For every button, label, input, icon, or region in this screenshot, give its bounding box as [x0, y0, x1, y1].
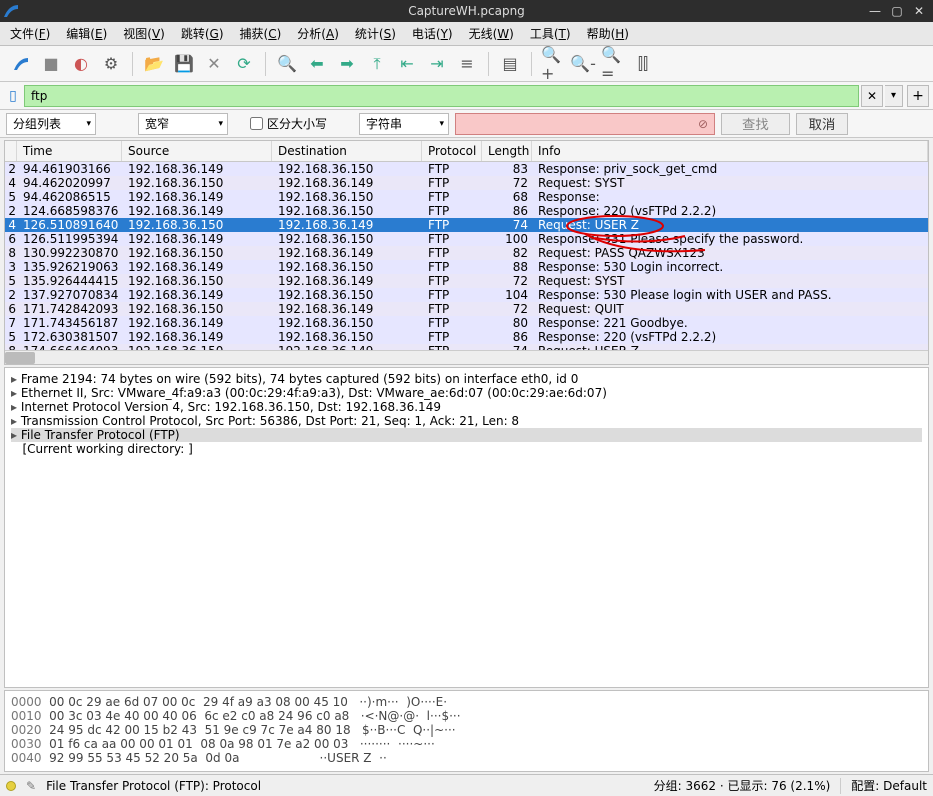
packet-details-pane[interactable]: Frame 2194: 74 bytes on wire (592 bits),…	[4, 367, 929, 688]
close-file-icon[interactable]: ✕	[201, 51, 227, 77]
packet-row[interactable]: 5135.926444415192.168.36.150192.168.36.1…	[5, 274, 928, 288]
close-button[interactable]: ✕	[911, 4, 927, 18]
detail-line[interactable]: File Transfer Protocol (FTP)	[11, 428, 922, 442]
filter-history-dropdown[interactable]: ▾	[885, 85, 903, 107]
col-protocol[interactable]: Protocol	[422, 141, 482, 161]
detail-line[interactable]: Internet Protocol Version 4, Src: 192.16…	[11, 400, 922, 414]
packet-list-pane: Time Source Destination Protocol Length …	[4, 140, 929, 365]
find-button[interactable]: 查找	[721, 113, 790, 135]
edit-icon[interactable]: ✎	[26, 779, 36, 793]
packet-list-body[interactable]: 294.461903166192.168.36.149192.168.36.15…	[5, 162, 928, 350]
stop-capture-icon[interactable]: ■	[38, 51, 64, 77]
save-file-icon[interactable]: 💾	[171, 51, 197, 77]
find-text-input[interactable]: ⊘	[455, 113, 715, 135]
colorize-icon[interactable]: ▤	[497, 51, 523, 77]
detail-line[interactable]: Transmission Control Protocol, Src Port:…	[11, 414, 922, 428]
auto-scroll-icon[interactable]: ≡	[454, 51, 480, 77]
col-destination[interactable]: Destination	[272, 141, 422, 161]
filter-add-button[interactable]: +	[907, 85, 929, 107]
col-time[interactable]: Time	[17, 141, 122, 161]
detail-line[interactable]: Ethernet II, Src: VMware_4f:a9:a3 (00:0c…	[11, 386, 922, 400]
packet-list-header[interactable]: Time Source Destination Protocol Length …	[5, 141, 928, 162]
find-icon[interactable]: 🔍	[274, 51, 300, 77]
packet-row[interactable]: 2124.668598376192.168.36.149192.168.36.1…	[5, 204, 928, 218]
go-to-packet-icon[interactable]: ⤒	[364, 51, 390, 77]
find-type-select[interactable]: 字符串	[359, 113, 449, 135]
find-bar: 分组列表 宽窄 区分大小写 字符串 ⊘ 查找 取消	[0, 110, 933, 138]
hex-row[interactable]: 0020 24 95 dc 42 00 15 b2 43 51 9e c9 7c…	[11, 723, 922, 737]
go-last-icon[interactable]: ⇥	[424, 51, 450, 77]
filter-bookmark-icon[interactable]: ▯	[4, 87, 22, 105]
menu-统计[interactable]: 统计(S)	[351, 23, 400, 44]
display-filter-input[interactable]	[24, 85, 859, 107]
packet-bytes-pane[interactable]: 0000 00 0c 29 ae 6d 07 00 0c 29 4f a9 a3…	[4, 690, 929, 772]
zoom-reset-icon[interactable]: 🔍=	[600, 51, 626, 77]
maximize-button[interactable]: ▢	[889, 4, 905, 18]
go-first-icon[interactable]: ⇤	[394, 51, 420, 77]
menu-帮助[interactable]: 帮助(H)	[583, 23, 633, 44]
packet-row[interactable]: 2137.927070834192.168.36.149192.168.36.1…	[5, 288, 928, 302]
toolbar-separator	[132, 52, 133, 76]
go-forward-icon[interactable]: ➡	[334, 51, 360, 77]
col-source[interactable]: Source	[122, 141, 272, 161]
menu-bar: 文件(F) 编辑(E) 视图(V) 跳转(G) 捕获(C) 分析(A) 统计(S) 电话(Y)…	[0, 22, 933, 46]
restart-capture-icon[interactable]: ◐	[68, 51, 94, 77]
minimize-button[interactable]: —	[867, 4, 883, 18]
detail-line[interactable]: Frame 2194: 74 bytes on wire (592 bits),…	[11, 372, 922, 386]
menu-跳转[interactable]: 跳转(G)	[177, 23, 228, 44]
status-proto-label: File Transfer Protocol (FTP): Protocol	[46, 779, 261, 793]
menu-视图[interactable]: 视图(V)	[119, 23, 169, 44]
packet-row[interactable]: 6126.511995394192.168.36.149192.168.36.1…	[5, 232, 928, 246]
main-toolbar: ■ ◐ ⚙ 📂 💾 ✕ ⟳ 🔍 ⬅ ➡ ⤒ ⇤ ⇥ ≡ ▤ 🔍+ 🔍- 🔍= ⫿…	[0, 46, 933, 82]
packet-row[interactable]: 3135.926219063192.168.36.149192.168.36.1…	[5, 260, 928, 274]
col-info[interactable]: Info	[532, 141, 928, 161]
find-cancel-button[interactable]: 取消	[796, 113, 849, 135]
resize-columns-icon[interactable]: ⫿⫿	[630, 51, 656, 77]
hex-row[interactable]: 0030 01 f6 ca aa 00 00 01 01 08 0a 98 01…	[11, 737, 922, 751]
packet-row[interactable]: 7171.743456187192.168.36.149192.168.36.1…	[5, 316, 928, 330]
menu-编辑[interactable]: 编辑(E)	[62, 23, 111, 44]
display-filter-bar: ▯ ✕ ▾ +	[0, 82, 933, 110]
capture-options-icon[interactable]: ⚙	[98, 51, 124, 77]
toolbar-separator	[488, 52, 489, 76]
hex-row[interactable]: 0000 00 0c 29 ae 6d 07 00 0c 29 4f a9 a3…	[11, 695, 922, 709]
expert-info-icon[interactable]	[6, 781, 16, 791]
status-packet-count: 分组: 3662 · 已显示: 76 (2.1%)	[654, 777, 831, 794]
go-back-icon[interactable]: ⬅	[304, 51, 330, 77]
find-width-select[interactable]: 宽窄	[138, 113, 228, 135]
detail-line[interactable]: [Current working directory: ]	[11, 442, 922, 456]
menu-捕获[interactable]: 捕获(C)	[236, 23, 286, 44]
filter-clear-button[interactable]: ✕	[861, 85, 883, 107]
start-capture-icon[interactable]	[8, 51, 34, 77]
menu-工具[interactable]: 工具(T)	[526, 23, 575, 44]
hex-row[interactable]: 0040 92 99 55 53 45 52 20 5a 0d 0a ··USE…	[11, 751, 922, 765]
blocked-icon: ⊘	[698, 117, 708, 131]
packet-row[interactable]: 494.462020997192.168.36.150192.168.36.14…	[5, 176, 928, 190]
reload-icon[interactable]: ⟳	[231, 51, 257, 77]
toolbar-separator	[531, 52, 532, 76]
toolbar-separator	[265, 52, 266, 76]
packet-row[interactable]: 4126.510891640192.168.36.150192.168.36.1…	[5, 218, 928, 232]
zoom-out-icon[interactable]: 🔍-	[570, 51, 596, 77]
packet-row[interactable]: 6171.742842093192.168.36.150192.168.36.1…	[5, 302, 928, 316]
menu-无线[interactable]: 无线(W)	[465, 23, 518, 44]
packet-row[interactable]: 594.462086515192.168.36.149192.168.36.15…	[5, 190, 928, 204]
menu-电话[interactable]: 电话(Y)	[408, 23, 457, 44]
title-bar: CaptureWH.pcapng — ▢ ✕	[0, 0, 933, 22]
menu-分析[interactable]: 分析(A)	[293, 23, 343, 44]
case-sensitive-checkbox[interactable]: 区分大小写	[250, 115, 327, 132]
window-title: CaptureWH.pcapng	[0, 4, 933, 18]
status-bar: ✎ File Transfer Protocol (FTP): Protocol…	[0, 774, 933, 796]
zoom-in-icon[interactable]: 🔍+	[540, 51, 566, 77]
col-length[interactable]: Length	[482, 141, 532, 161]
packet-row[interactable]: 294.461903166192.168.36.149192.168.36.15…	[5, 162, 928, 176]
packet-row[interactable]: 8130.992230870192.168.36.150192.168.36.1…	[5, 246, 928, 260]
horizontal-scrollbar[interactable]	[5, 350, 928, 364]
find-scope-select[interactable]: 分组列表	[6, 113, 96, 135]
hex-row[interactable]: 0010 00 3c 03 4e 40 00 40 06 6c e2 c0 a8…	[11, 709, 922, 723]
menu-文件[interactable]: 文件(F)	[6, 23, 54, 44]
packet-row[interactable]: 5172.630381507192.168.36.149192.168.36.1…	[5, 330, 928, 344]
status-profile[interactable]: 配置: Default	[851, 777, 927, 794]
open-file-icon[interactable]: 📂	[141, 51, 167, 77]
